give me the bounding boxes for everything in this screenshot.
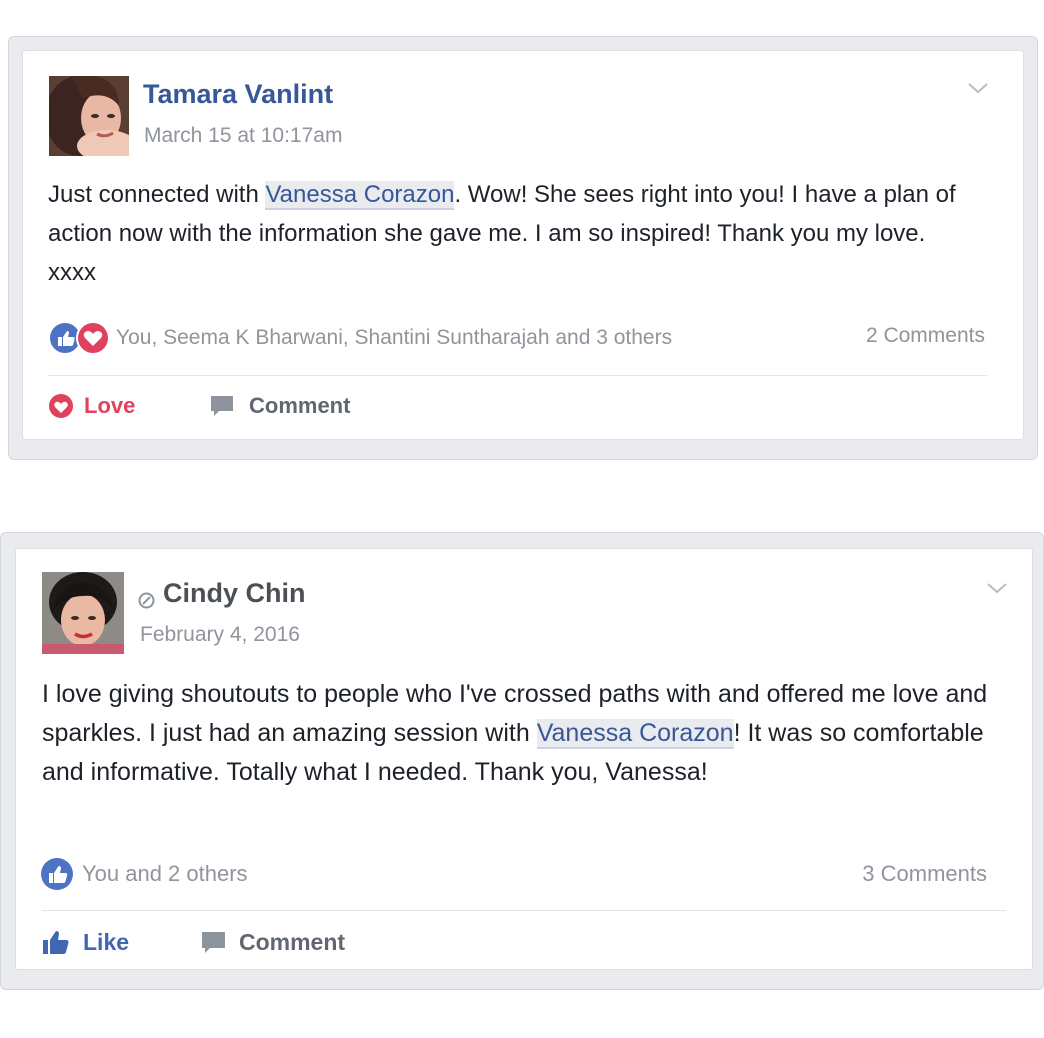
author-name[interactable]: Cindy Chin <box>163 578 306 609</box>
like-button-label: Like <box>83 929 130 955</box>
comment-button[interactable]: Comment <box>209 393 350 419</box>
post-timestamp[interactable]: March 15 at 10:17am <box>144 124 342 148</box>
post-card: Tamara Vanlint March 15 at 10:17am Just … <box>22 50 1024 440</box>
reactions-summary-text[interactable]: You, Seema K Bharwani, Shantini Sunthara… <box>116 326 672 350</box>
thumbs-up-icon <box>42 930 70 956</box>
comment-icon <box>209 393 235 419</box>
comment-button-label: Comment <box>249 393 351 418</box>
heart-outline-icon <box>48 393 74 419</box>
divider <box>42 910 1006 911</box>
author-name[interactable]: Tamara Vanlint <box>143 79 333 110</box>
post-timestamp[interactable]: February 4, 2016 <box>140 623 300 647</box>
author-avatar[interactable] <box>49 76 129 156</box>
comments-count[interactable]: 2 Comments <box>866 324 985 348</box>
post-text: Just connected with Vanessa Corazon. Wow… <box>48 175 968 292</box>
love-button-label: Love <box>84 393 136 418</box>
love-icon <box>76 321 110 355</box>
reactions-summary-text[interactable]: You and 2 others <box>82 861 248 887</box>
reactions-summary[interactable]: You, Seema K Bharwani, Shantini Sunthara… <box>48 321 672 355</box>
profile-badge-icon <box>138 585 155 609</box>
like-button[interactable]: Like <box>42 929 129 956</box>
comment-button-label: Comment <box>239 929 346 955</box>
comments-count[interactable]: 3 Comments <box>862 861 987 887</box>
author-avatar[interactable] <box>42 572 124 654</box>
chevron-down-icon[interactable] <box>967 81 989 100</box>
post-text: I love giving shoutouts to people who I'… <box>42 675 1002 792</box>
post-text-before: Just connected with <box>48 181 266 208</box>
mention-link[interactable]: Vanessa Corazon <box>265 181 455 210</box>
reactions-summary[interactable]: You and 2 others <box>41 858 248 890</box>
post-card: Cindy Chin February 4, 2016 I love givin… <box>15 548 1033 970</box>
comment-icon <box>200 929 227 956</box>
comment-button[interactable]: Comment <box>200 929 345 956</box>
chevron-down-icon[interactable] <box>986 581 1008 600</box>
love-button[interactable]: Love <box>48 393 135 419</box>
divider <box>48 375 987 376</box>
mention-link[interactable]: Vanessa Corazon <box>536 719 734 749</box>
like-icon <box>41 858 73 890</box>
author-name-row: Cindy Chin <box>138 578 306 609</box>
